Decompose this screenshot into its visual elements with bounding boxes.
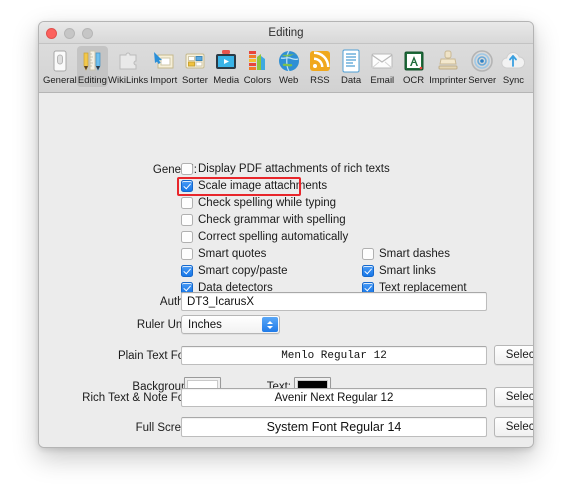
checkbox-box-icon bbox=[181, 265, 193, 277]
zoom-button-icon[interactable] bbox=[82, 28, 93, 39]
toolbar-item-sorter[interactable]: Sorter bbox=[179, 46, 210, 87]
checkbox-label: Display PDF attachments of rich texts bbox=[198, 163, 390, 175]
toolbar-item-email[interactable]: Email bbox=[367, 46, 398, 87]
sync-icon bbox=[501, 52, 526, 69]
checkbox-label: Smart quotes bbox=[198, 248, 267, 260]
toolbar-item-import[interactable]: Import bbox=[148, 46, 179, 87]
full-screen-font-value[interactable]: System Font Regular 14 bbox=[181, 417, 487, 437]
checkbox-box-icon bbox=[362, 265, 374, 277]
full-screen-label: Full Screen: bbox=[135, 422, 197, 434]
checkbox-smart-quotes[interactable]: Smart quotes bbox=[181, 248, 266, 260]
full-screen-font-select-button[interactable]: Select... bbox=[494, 417, 533, 437]
toolbar-item-editing[interactable]: Editing bbox=[76, 46, 109, 87]
toolbar-label: Web bbox=[278, 75, 299, 86]
checkbox-label: Correct spelling automatically bbox=[198, 231, 349, 243]
toolbar-label: Sorter bbox=[182, 75, 208, 86]
checkbox-box-icon bbox=[181, 231, 193, 243]
window-title: Editing bbox=[268, 27, 304, 39]
email-icon bbox=[371, 53, 393, 69]
checkbox-label: Scale image attachments bbox=[198, 180, 328, 192]
rich-text-font-value[interactable]: Avenir Next Regular 12 bbox=[181, 388, 487, 407]
close-button-icon[interactable] bbox=[46, 28, 57, 39]
toolbar-label: Email bbox=[370, 75, 395, 86]
media-icon bbox=[216, 50, 237, 69]
minimize-button-icon[interactable] bbox=[64, 28, 75, 39]
toolbar-label: Data bbox=[341, 75, 362, 86]
sorter-icon bbox=[185, 53, 205, 69]
toolbar-item-ocr[interactable]: OCR bbox=[398, 46, 429, 87]
editing-icon bbox=[84, 50, 101, 71]
plain-text-font-label: Plain Text Font: bbox=[117, 350, 197, 362]
toolbar-item-wikilinks[interactable]: WikiLinks bbox=[108, 46, 148, 87]
rss-icon bbox=[309, 51, 330, 71]
checkbox-label: Check grammar with spelling bbox=[198, 214, 346, 226]
imprinter-icon bbox=[438, 50, 458, 70]
server-icon bbox=[471, 50, 494, 72]
checkbox-display-pdf-attachments[interactable]: Display PDF attachments of rich texts bbox=[181, 163, 390, 175]
preferences-window: Editing General Editing WikiLinks Import… bbox=[38, 21, 534, 448]
checkbox-box-icon bbox=[181, 180, 193, 192]
checkbox-box-icon bbox=[181, 163, 193, 175]
checkbox-scale-image-attachments[interactable]: Scale image attachments bbox=[181, 180, 327, 192]
data-icon bbox=[342, 49, 360, 73]
toolbar-label: WikiLinks bbox=[108, 75, 149, 86]
general-icon bbox=[53, 50, 67, 72]
ruler-units-dropdown[interactable]: Inches bbox=[181, 315, 280, 334]
toolbar-item-sync[interactable]: Sync bbox=[498, 46, 529, 87]
toolbar-label: Import bbox=[150, 75, 178, 86]
web-icon bbox=[278, 50, 299, 72]
toolbar-label: Media bbox=[213, 75, 240, 86]
checkbox-check-grammar-with-spelling[interactable]: Check grammar with spelling bbox=[181, 214, 346, 226]
author-input[interactable]: DT3_IcarusX bbox=[181, 292, 487, 311]
window-titlebar: Editing bbox=[39, 22, 533, 44]
rich-text-font-select-button[interactable]: Select... bbox=[494, 387, 533, 407]
colors-icon bbox=[249, 51, 266, 70]
checkbox-smart-dashes[interactable]: Smart dashes bbox=[362, 248, 450, 260]
toolbar-item-server[interactable]: Server bbox=[467, 46, 498, 87]
toolbar-item-colors[interactable]: Colors bbox=[242, 46, 273, 87]
checkbox-label: Smart links bbox=[379, 265, 436, 277]
toolbar-label: OCR bbox=[402, 75, 425, 86]
toolbar-item-general[interactable]: General bbox=[43, 46, 77, 87]
checkbox-box-icon bbox=[181, 214, 193, 226]
toolbar-label: Imprinter bbox=[429, 75, 467, 86]
author-label: Author: bbox=[159, 296, 197, 308]
preferences-content: General: Display PDF attachments of rich… bbox=[39, 93, 533, 447]
toolbar-item-media[interactable]: Media bbox=[211, 46, 242, 87]
checkbox-label: Check spelling while typing bbox=[198, 197, 337, 209]
ocr-icon bbox=[404, 51, 424, 71]
chevron-updown-icon bbox=[262, 317, 278, 332]
toolbar-label: General bbox=[43, 75, 77, 86]
ruler-units-label: Ruler Units: bbox=[136, 319, 197, 331]
checkbox-smart-links[interactable]: Smart links bbox=[362, 265, 436, 277]
import-icon bbox=[153, 52, 174, 69]
traffic-lights bbox=[46, 28, 93, 39]
toolbar-label: Colors bbox=[243, 75, 272, 86]
checkbox-label: Smart copy/paste bbox=[198, 265, 288, 277]
wikilinks-icon bbox=[119, 52, 137, 70]
checkbox-box-icon bbox=[181, 197, 193, 209]
toolbar-label: Server bbox=[468, 75, 497, 86]
toolbar-label: RSS bbox=[310, 75, 330, 86]
toolbar-label: Sync bbox=[502, 75, 524, 86]
toolbar-label: Editing bbox=[77, 75, 107, 86]
rich-text-font-label: Rich Text & Note Font: bbox=[82, 392, 197, 404]
preferences-toolbar: General Editing WikiLinks Import Sorter … bbox=[39, 44, 533, 93]
toolbar-item-data[interactable]: Data bbox=[335, 46, 366, 87]
checkbox-label: Smart dashes bbox=[379, 248, 450, 260]
plain-text-font-value[interactable]: Menlo Regular 12 bbox=[181, 346, 487, 365]
toolbar-item-imprinter[interactable]: Imprinter bbox=[429, 46, 467, 87]
ruler-units-value: Inches bbox=[188, 318, 222, 331]
checkbox-box-icon bbox=[362, 248, 374, 260]
toolbar-item-web[interactable]: Web bbox=[273, 46, 304, 87]
toolbar-item-rss[interactable]: RSS bbox=[304, 46, 335, 87]
checkbox-box-icon bbox=[181, 248, 193, 260]
checkbox-check-spelling-while-typing[interactable]: Check spelling while typing bbox=[181, 197, 336, 209]
plain-text-font-select-button[interactable]: Select... bbox=[494, 345, 533, 365]
checkbox-correct-spelling-automatically[interactable]: Correct spelling automatically bbox=[181, 231, 348, 243]
checkbox-smart-copy-paste[interactable]: Smart copy/paste bbox=[181, 265, 287, 277]
